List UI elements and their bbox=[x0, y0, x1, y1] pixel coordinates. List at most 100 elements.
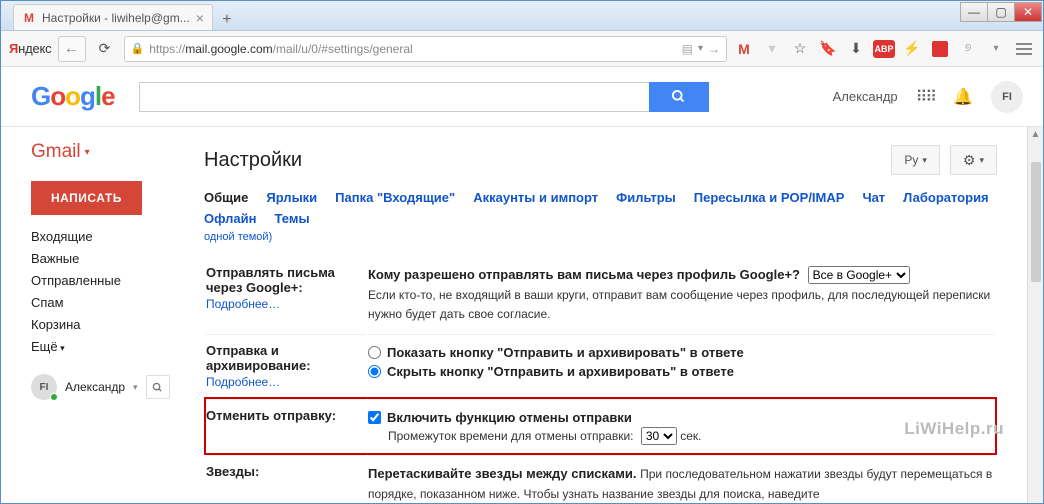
presence-dot-icon bbox=[50, 393, 58, 401]
setting-row-gplus: Отправлять письма через Google+: Подробн… bbox=[206, 257, 995, 332]
learn-more-link[interactable]: Подробнее… bbox=[206, 375, 356, 389]
search-button[interactable] bbox=[649, 82, 709, 112]
settings-gear-button[interactable]: ⚙ ▾ bbox=[950, 145, 997, 175]
tab-themes[interactable]: Темы bbox=[275, 208, 310, 229]
undo-interval-select[interactable]: 30 bbox=[641, 427, 677, 445]
lock-icon: 🔒 bbox=[131, 42, 145, 55]
tab-inbox[interactable]: Папка "Входящие" bbox=[335, 187, 455, 208]
gear-icon: ⚙ bbox=[963, 152, 976, 169]
address-bar[interactable]: 🔒 https://mail.google.com/mail/u/0/#sett… bbox=[124, 36, 728, 62]
search-icon bbox=[152, 382, 163, 393]
sidebar-item-inbox[interactable]: Входящие bbox=[31, 229, 186, 244]
checkbox-label: Включить функцию отмены отправки bbox=[387, 408, 632, 428]
scroll-thumb[interactable] bbox=[1031, 162, 1041, 282]
reader-icon[interactable]: ▤ bbox=[682, 42, 693, 56]
reload-button[interactable]: ⟳ bbox=[92, 36, 118, 62]
tab-accounts[interactable]: Аккаунты и импорт bbox=[473, 187, 598, 208]
google-bar: Google Александр ⠿⠿ 🔔 FI bbox=[1, 67, 1043, 127]
scroll-up-icon[interactable]: ▲ bbox=[1028, 127, 1043, 142]
google-logo[interactable]: Google bbox=[31, 81, 115, 112]
apps-icon[interactable]: ⠿⠿ bbox=[916, 87, 935, 107]
chevron-down-icon: ▾ bbox=[85, 147, 90, 158]
back-button[interactable]: ← bbox=[58, 36, 86, 62]
setting-row-undo: Отменить отправку: Включить функцию отме… bbox=[206, 399, 995, 454]
minimize-button[interactable]: — bbox=[960, 2, 988, 22]
tab-filters[interactable]: Фильтры bbox=[616, 187, 676, 208]
user-name[interactable]: Александр bbox=[833, 89, 898, 104]
lightning-ext-icon[interactable]: ⚡ bbox=[901, 38, 923, 60]
tab-forwarding[interactable]: Пересылка и POP/IMAP bbox=[694, 187, 845, 208]
learn-more-link[interactable]: Подробнее… bbox=[206, 297, 356, 311]
undo-send-checkbox[interactable] bbox=[368, 411, 381, 424]
bookmark-ext-icon[interactable]: 🔖 bbox=[817, 38, 839, 60]
separator: ▾ bbox=[761, 38, 783, 60]
notifications-icon[interactable]: 🔔 bbox=[953, 87, 973, 107]
setting-label: Отправлять письма через Google+: bbox=[206, 265, 335, 295]
menu-button[interactable] bbox=[1013, 38, 1035, 60]
hangouts-name: Александр bbox=[65, 380, 125, 394]
tab-chat[interactable]: Чат bbox=[862, 187, 885, 208]
sidebar-item-trash[interactable]: Корзина bbox=[31, 317, 186, 332]
sidebar-item-important[interactable]: Важные bbox=[31, 251, 186, 266]
sidebar-item-spam[interactable]: Спам bbox=[31, 295, 186, 310]
radio-label: Показать кнопку "Отправить и архивироват… bbox=[387, 343, 744, 363]
gplus-select[interactable]: Все в Google+ bbox=[808, 266, 910, 284]
dropdown2-icon[interactable]: ▾ bbox=[985, 38, 1007, 60]
new-tab-button[interactable]: + bbox=[217, 10, 237, 30]
interval-label: Промежуток времени для отмены отправки: bbox=[388, 429, 634, 443]
settings-tabs: Общие Ярлыки Папка "Входящие" Аккаунты и… bbox=[204, 187, 997, 229]
radio-label: Скрыть кнопку "Отправить и архивировать"… bbox=[387, 362, 734, 382]
setting-title: Кому разрешено отправлять вам письма чер… bbox=[368, 267, 800, 282]
gmail-favicon-icon: M bbox=[22, 11, 36, 25]
browser-toolbar: ЯЯндексндекс ← ⟳ 🔒 https://mail.google.c… bbox=[1, 31, 1043, 67]
setting-body: Если кто-то, не входящий в ваши круги, о… bbox=[368, 288, 990, 322]
archive-show-radio[interactable] bbox=[368, 346, 381, 359]
sidebar-item-sent[interactable]: Отправленные bbox=[31, 273, 186, 288]
maximize-button[interactable]: ▢ bbox=[987, 2, 1015, 22]
dropdown-icon[interactable]: ▾ bbox=[698, 43, 703, 54]
adblock-ext-icon[interactable]: ABP bbox=[873, 40, 895, 58]
download-ext-icon[interactable]: ⬇ bbox=[845, 38, 867, 60]
browser-tab-bar: M Настройки - liwihelp@gm... × + bbox=[1, 1, 1043, 31]
tab-labs[interactable]: Лаборатория bbox=[903, 187, 988, 208]
chevron-down-icon: ▾ bbox=[922, 155, 927, 166]
sidebar-item-more[interactable]: Ещё bbox=[31, 339, 186, 354]
setting-row-stars: Звезды: Перетаскивайте звезды между спис… bbox=[206, 455, 995, 503]
gmail-ext-icon[interactable]: M bbox=[733, 38, 755, 60]
close-tab-icon[interactable]: × bbox=[196, 10, 204, 26]
misc-ext-icon[interactable]: ୭ bbox=[957, 38, 979, 60]
star-ext-icon[interactable]: ☆ bbox=[789, 38, 811, 60]
sidebar: Gmail▾ НАПИСАТЬ Входящие Важные Отправле… bbox=[1, 127, 186, 503]
url-text: https://mail.google.com/mail/u/0/#settin… bbox=[149, 42, 676, 56]
scrollbar[interactable]: ▲ bbox=[1027, 127, 1043, 503]
browser-tab[interactable]: M Настройки - liwihelp@gm... × bbox=[13, 4, 213, 30]
tab-labels[interactable]: Ярлыки bbox=[266, 187, 317, 208]
main-content: Настройки Ру ▾ ⚙ ▾ Общие Ярлыки Папка "В… bbox=[186, 127, 1027, 503]
chevron-down-icon: ▾ bbox=[979, 155, 984, 166]
tab-title: Настройки - liwihelp@gm... bbox=[42, 11, 190, 25]
setting-title: Перетаскивайте звезды между списками. bbox=[368, 466, 637, 481]
archive-hide-radio[interactable] bbox=[368, 365, 381, 378]
compose-button[interactable]: НАПИСАТЬ bbox=[31, 181, 142, 215]
hangouts-widget: FI Александр ▾ bbox=[31, 374, 186, 400]
app-ext-icon[interactable] bbox=[929, 38, 951, 60]
setting-label: Отменить отправку: bbox=[206, 408, 336, 423]
truncated-text: одной темой) bbox=[204, 231, 997, 243]
setting-label: Отправка и архивирование: bbox=[206, 343, 311, 373]
tab-general[interactable]: Общие bbox=[204, 187, 248, 208]
hangouts-avatar[interactable]: FI bbox=[31, 374, 57, 400]
hangouts-search-button[interactable] bbox=[146, 375, 170, 399]
bookmark-ext-icon[interactable]: → bbox=[708, 42, 720, 56]
tab-offline[interactable]: Офлайн bbox=[204, 208, 257, 229]
interval-unit: сек. bbox=[680, 429, 701, 443]
close-window-button[interactable]: ✕ bbox=[1014, 2, 1042, 22]
setting-row-archive: Отправка и архивирование: Подробнее… Пок… bbox=[206, 334, 995, 397]
language-button[interactable]: Ру ▾ bbox=[891, 145, 940, 175]
setting-label: Звезды: bbox=[206, 464, 259, 479]
search-icon bbox=[671, 89, 686, 104]
yandex-logo[interactable]: ЯЯндексндекс bbox=[9, 41, 52, 56]
avatar[interactable]: FI bbox=[991, 81, 1023, 113]
chevron-down-icon[interactable]: ▾ bbox=[133, 382, 138, 393]
gmail-dropdown[interactable]: Gmail▾ bbox=[31, 141, 186, 163]
search-input[interactable] bbox=[139, 82, 649, 112]
